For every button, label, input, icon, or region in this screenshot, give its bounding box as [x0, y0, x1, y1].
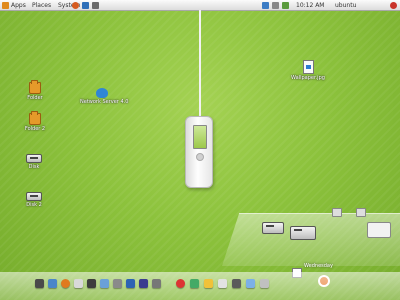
dock-home-icon[interactable]	[48, 279, 57, 288]
network-server-icon	[96, 88, 108, 98]
dock-chat-icon[interactable]	[100, 279, 109, 288]
dock-browser-icon[interactable]	[139, 279, 148, 288]
dock-app-icon[interactable]	[246, 279, 255, 288]
remote-play-button[interactable]	[196, 153, 204, 161]
dock-app-icon[interactable]	[176, 279, 185, 288]
volume-icon[interactable]	[272, 2, 279, 9]
desktop[interactable]: Apps Places System 10:12 AM ubuntu Folde…	[0, 0, 400, 300]
desktop-icon-folder-2[interactable]: Folder 2	[20, 111, 50, 132]
firefox-icon[interactable]	[72, 2, 79, 9]
power-icon[interactable]	[390, 2, 397, 9]
media-remote-widget[interactable]	[185, 116, 213, 188]
dock-app-icon[interactable]	[232, 279, 241, 288]
dock-terminal-icon[interactable]	[35, 279, 44, 288]
shelf-folder-icon[interactable]	[356, 208, 366, 217]
dock-writer-icon[interactable]	[126, 279, 135, 288]
shelf-folder-icon[interactable]	[367, 222, 391, 238]
remote-screen	[193, 125, 207, 149]
desktop-icon-label: Folder 2	[24, 126, 46, 132]
user-name[interactable]: ubuntu	[335, 2, 356, 9]
bottom-dock	[0, 272, 400, 300]
dock-trash-icon[interactable]	[152, 279, 161, 288]
desktop-icon-label: Folder	[27, 95, 43, 101]
battery-icon[interactable]	[282, 2, 289, 9]
desktop-icon-disk-2[interactable]: Disk 2	[19, 192, 49, 208]
shelf-caption: Wednesday	[304, 263, 333, 269]
desktop-icon-disk[interactable]: Disk	[19, 154, 49, 170]
shelf-folder-icon[interactable]	[332, 208, 342, 217]
menu-places[interactable]: Places	[32, 2, 51, 9]
desktop-icon-network-server[interactable]: Network Server 4.0	[80, 88, 129, 105]
folder-icon	[29, 111, 41, 125]
desktop-icon-label: Network Server 4.0	[80, 99, 129, 105]
drive-icon	[26, 192, 42, 201]
shelf-drive-icon[interactable]	[262, 222, 284, 234]
desktop-icon-label: Disk 2	[26, 202, 42, 208]
desktop-icon-folder[interactable]: Folder	[20, 80, 50, 101]
terminal-icon[interactable]	[92, 2, 99, 9]
desktop-icon-label: Wallpaper.jpg	[291, 75, 325, 81]
desktop-icon-wallpaper-file[interactable]: Wallpaper.jpg	[283, 60, 333, 81]
dock-settings-icon[interactable]	[113, 279, 122, 288]
network-icon[interactable]	[262, 2, 269, 9]
drive-icon	[26, 154, 42, 163]
dock-firefox-icon[interactable]	[61, 279, 70, 288]
dock-media-icon[interactable]	[87, 279, 96, 288]
menu-apps[interactable]: Apps	[11, 2, 26, 9]
desktop-icon-label: Disk	[28, 164, 40, 170]
dock-app-icon[interactable]	[204, 279, 213, 288]
dock-mail-icon[interactable]	[74, 279, 83, 288]
mail-icon[interactable]	[82, 2, 89, 9]
remote-cable	[199, 10, 201, 120]
ubuntu-logo-icon[interactable]	[2, 2, 9, 9]
dock-app-icon[interactable]	[190, 279, 199, 288]
shelf-drive-icon[interactable]	[290, 226, 316, 240]
dock-app-icon[interactable]	[260, 279, 269, 288]
clock-text[interactable]: 10:12 AM	[296, 2, 324, 9]
dock-app-icon[interactable]	[218, 279, 227, 288]
image-file-icon	[302, 60, 314, 74]
folder-icon	[29, 80, 41, 94]
